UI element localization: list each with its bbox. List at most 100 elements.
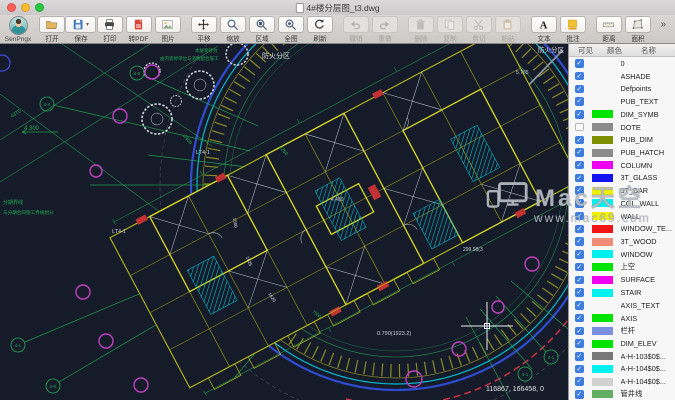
layer-visibility-checkbox[interactable]: ✓ xyxy=(575,211,584,221)
layer-color-swatch[interactable] xyxy=(592,301,613,309)
layer-row: ✓ A-H-104$0$... xyxy=(569,363,675,376)
annotate-button[interactable]: 批注 xyxy=(558,16,587,44)
axis-bubble-label: 4-1 xyxy=(548,355,555,360)
undo-button[interactable]: 撤销 xyxy=(341,16,370,44)
pan-button[interactable]: 平移 xyxy=(189,16,218,44)
layer-row: ✓ 3T_GLASS xyxy=(569,172,675,185)
layer-visibility-checkbox[interactable]: ✓ xyxy=(575,97,584,106)
header-visible: 可见 xyxy=(578,45,593,55)
layer-name: PUB_DIM xyxy=(620,135,653,145)
save-button[interactable]: ▾ 保存 xyxy=(65,16,96,44)
layer-visibility-checkbox[interactable] xyxy=(575,122,584,132)
layer-visibility-checkbox[interactable]: ✓ xyxy=(575,135,584,145)
layer-color-swatch[interactable] xyxy=(591,186,613,195)
layer-row: ✓ DIM_ELEV xyxy=(569,337,675,350)
layer-color-swatch[interactable] xyxy=(591,352,613,361)
zoom-extents-button[interactable]: 全图 xyxy=(276,16,305,44)
layer-visibility-checkbox[interactable]: ✓ xyxy=(575,224,584,234)
layer-color-swatch[interactable] xyxy=(591,161,613,170)
toolbar-overflow-chevron[interactable]: » xyxy=(660,16,671,30)
layer-color-swatch[interactable] xyxy=(591,148,613,157)
minimize-button[interactable] xyxy=(21,3,30,12)
layer-row: ✓ COL_WALL xyxy=(569,197,675,210)
layer-visibility-checkbox[interactable]: ✓ xyxy=(575,186,584,195)
document-icon xyxy=(295,2,304,13)
layer-color-swatch[interactable] xyxy=(591,288,613,297)
paste-button[interactable]: 粘贴 xyxy=(493,16,522,44)
text-button[interactable]: A 文本 xyxy=(529,16,558,44)
layer-visibility-checkbox[interactable]: ✓ xyxy=(575,313,584,323)
copy-button[interactable]: 复制 xyxy=(435,16,464,44)
layer-color-swatch[interactable] xyxy=(591,263,613,272)
layer-visibility-checkbox[interactable]: ✓ xyxy=(575,377,584,386)
layer-visibility-checkbox[interactable]: ✓ xyxy=(575,352,584,361)
layer-visibility-checkbox[interactable]: ✓ xyxy=(575,339,584,348)
layer-visibility-checkbox[interactable]: ✓ xyxy=(575,250,584,259)
layer-color-swatch[interactable] xyxy=(591,390,613,399)
zoom-tool-button[interactable]: 缩放 xyxy=(218,16,247,44)
layer-visibility-checkbox[interactable]: ✓ xyxy=(575,275,584,285)
axis-bubble-label: 4-K xyxy=(49,384,57,389)
layer-color-swatch[interactable] xyxy=(591,339,613,348)
layer-color-swatch[interactable] xyxy=(592,98,613,106)
layer-color-swatch[interactable] xyxy=(591,326,613,335)
layer-visibility-checkbox[interactable]: ✓ xyxy=(575,364,584,374)
layer-visibility-checkbox[interactable]: ✓ xyxy=(575,326,584,336)
user-account[interactable]: SenPngx xyxy=(3,16,33,43)
layer-color-swatch[interactable] xyxy=(591,237,613,246)
area-polygon-icon xyxy=(632,19,643,29)
print-button[interactable]: 打印 xyxy=(95,16,124,44)
axis-bubble-label: 4-5 xyxy=(134,71,141,76)
layer-color-swatch[interactable] xyxy=(591,212,613,221)
close-button[interactable] xyxy=(7,3,16,12)
refresh-button[interactable]: 刷新 xyxy=(305,16,334,44)
cut-button[interactable]: 剪切 xyxy=(464,16,493,44)
layer-color-swatch[interactable] xyxy=(592,72,613,80)
layer-color-swatch[interactable] xyxy=(591,199,613,208)
redo-icon xyxy=(380,21,389,30)
export-pdf-button[interactable]: 转PDF xyxy=(124,16,153,44)
layer-visibility-checkbox[interactable]: ✓ xyxy=(575,199,584,208)
header-color: 颜色 xyxy=(607,45,622,55)
layer-color-swatch[interactable] xyxy=(591,224,613,233)
layer-color-swatch[interactable] xyxy=(591,110,613,119)
layer-visibility-checkbox[interactable]: ✓ xyxy=(575,110,584,119)
layer-color-swatch[interactable] xyxy=(591,377,613,386)
layer-color-swatch[interactable] xyxy=(591,314,613,323)
layer-visibility-checkbox[interactable]: ✓ xyxy=(575,288,584,297)
layer-color-swatch[interactable] xyxy=(591,364,613,373)
layer-visibility-checkbox[interactable]: ✓ xyxy=(575,262,584,272)
open-button[interactable]: 打开 xyxy=(37,16,66,44)
layer-visibility-checkbox[interactable]: ✓ xyxy=(575,173,584,183)
layer-visibility-checkbox[interactable]: ✓ xyxy=(575,84,584,94)
layer-color-swatch[interactable] xyxy=(592,59,613,67)
save-dropdown-caret[interactable]: ▾ xyxy=(86,21,89,28)
layer-visibility-checkbox[interactable]: ✓ xyxy=(575,160,584,170)
layer-visibility-checkbox[interactable]: ✓ xyxy=(575,71,584,81)
export-image-button[interactable]: 图片 xyxy=(153,16,182,44)
measure-area-button[interactable]: 面积 xyxy=(623,16,652,44)
layer-color-swatch[interactable] xyxy=(591,275,613,284)
redo-button[interactable]: 重做 xyxy=(370,16,399,44)
layer-visibility-checkbox[interactable]: ✓ xyxy=(575,59,584,68)
layer-visibility-checkbox[interactable]: ✓ xyxy=(575,237,584,246)
zoom-region-button[interactable]: 区域 xyxy=(247,16,276,44)
layer-color-swatch[interactable] xyxy=(591,173,613,182)
measure-distance-button[interactable]: 距离 xyxy=(594,16,623,44)
layer-color-swatch[interactable] xyxy=(592,85,613,93)
image-icon xyxy=(162,20,173,29)
layer-color-swatch[interactable] xyxy=(591,135,613,144)
layer-visibility-checkbox[interactable]: ✓ xyxy=(575,390,584,399)
layer-visibility-checkbox[interactable]: ✓ xyxy=(575,148,584,157)
drawing-canvas[interactable]: 防火分区防火分区4.3004370分期界线与分期合同施工界线划分LT4-1LT4… xyxy=(0,44,568,400)
layer-color-swatch[interactable] xyxy=(591,250,613,259)
delete-button[interactable]: 删除 xyxy=(406,16,435,44)
layer-color-swatch[interactable] xyxy=(591,123,613,132)
layer-row: ✓ 0 xyxy=(569,57,675,70)
layer-name: A-H-103$0$... xyxy=(620,351,666,361)
canvas-label: 本层装修为 xyxy=(195,47,218,54)
layer-visibility-checkbox[interactable]: ✓ xyxy=(575,301,584,310)
canvas-label: 分期界线 xyxy=(3,199,23,206)
zoom-button[interactable] xyxy=(35,3,44,12)
ruler-icon xyxy=(602,22,615,28)
